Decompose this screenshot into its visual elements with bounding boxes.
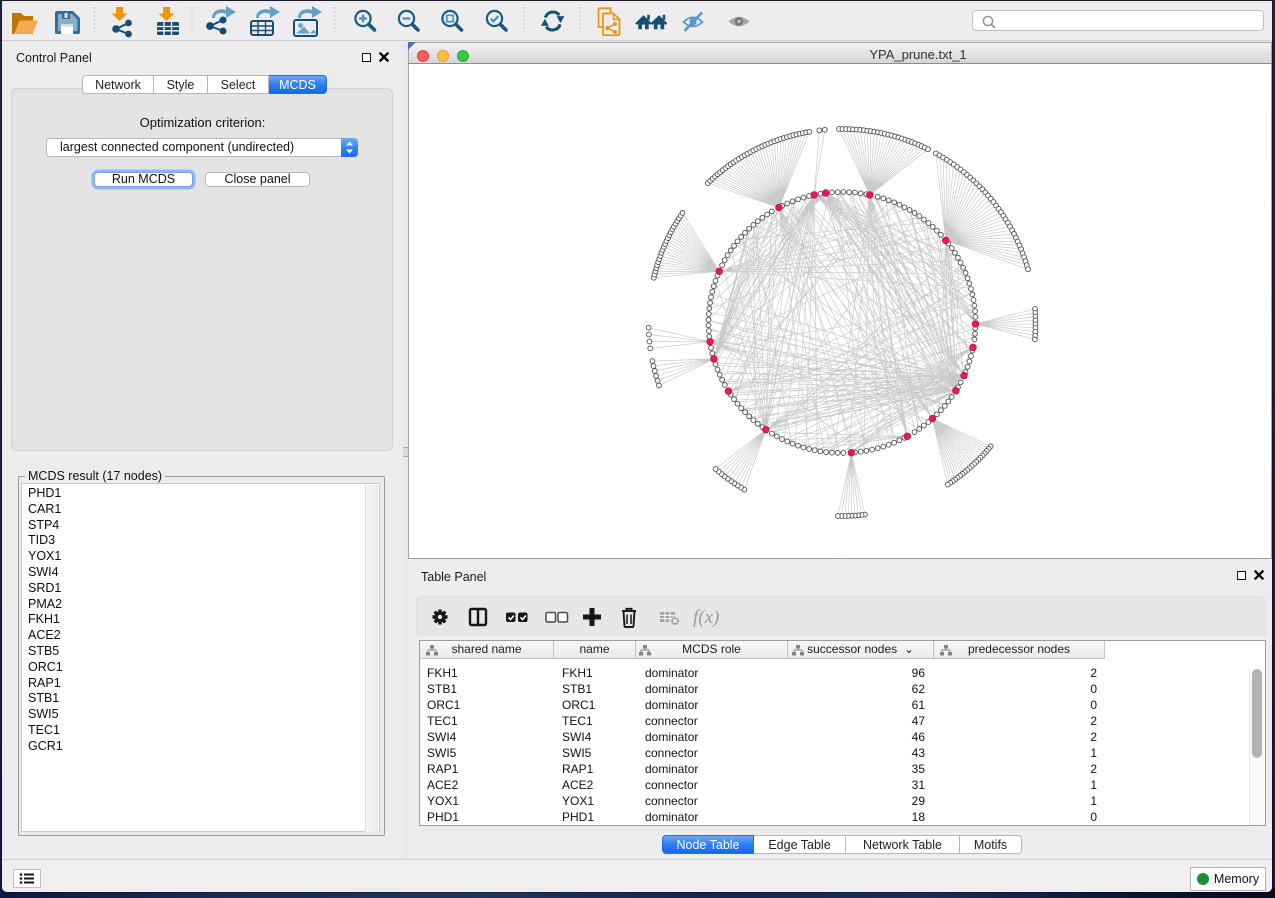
svg-text:f(x): f(x) <box>693 607 719 628</box>
